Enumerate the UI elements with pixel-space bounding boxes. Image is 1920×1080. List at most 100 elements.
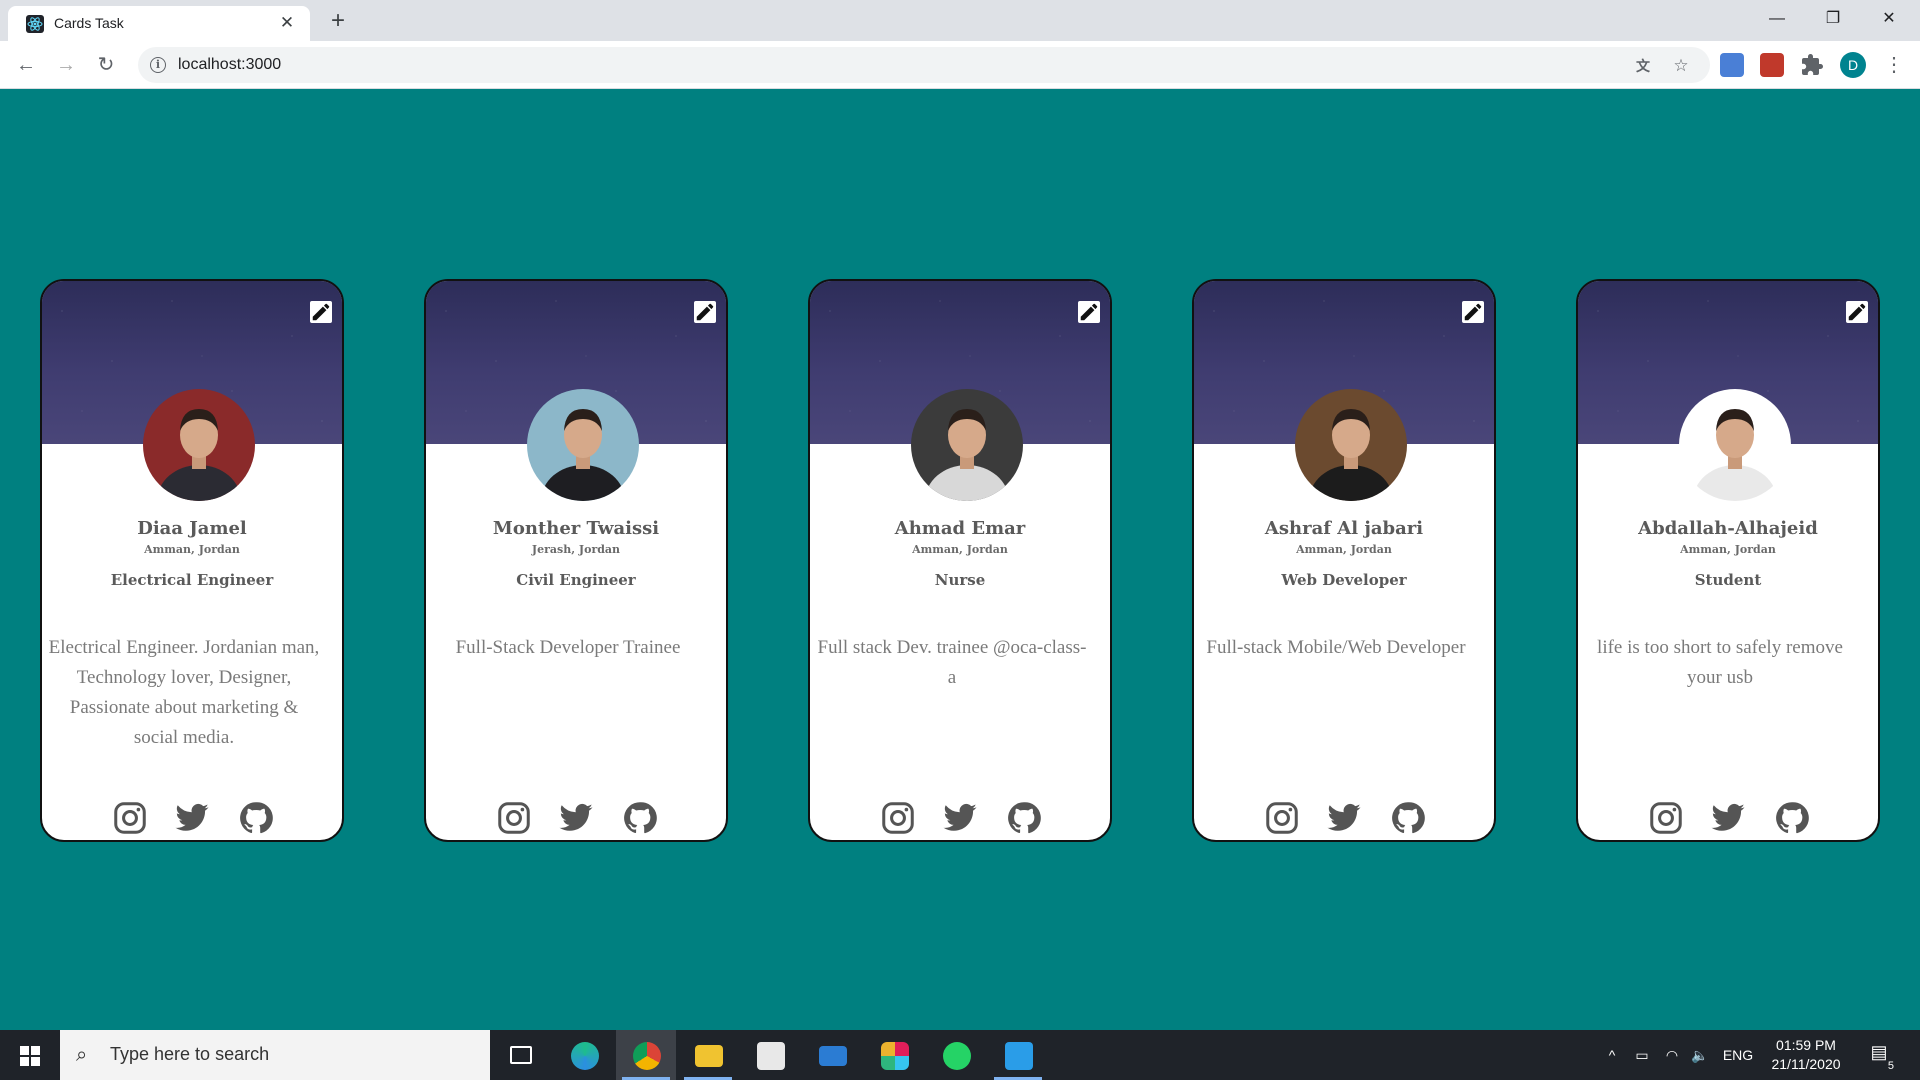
profile-job-title: Student (1694, 571, 1762, 589)
github-icon[interactable] (238, 800, 274, 836)
taskbar-clock[interactable]: 01:59 PM 21/11/2020 (1750, 1036, 1862, 1074)
chrome-taskbar-button[interactable] (616, 1030, 676, 1080)
edit-icon[interactable] (1846, 301, 1868, 323)
instagram-icon[interactable] (1264, 800, 1300, 836)
profile-card: Ashraf Al jabari Amman, Jordan Web Devel… (1192, 279, 1496, 842)
task-view-button[interactable] (490, 1030, 550, 1080)
github-icon[interactable] (622, 800, 658, 836)
edit-icon[interactable] (310, 301, 332, 323)
store-taskbar-button[interactable] (740, 1030, 800, 1080)
close-window-button[interactable]: ✕ (1866, 0, 1912, 41)
tab-title: Cards Task (54, 15, 124, 31)
folder-icon (695, 1045, 723, 1067)
twitter-icon[interactable] (1710, 800, 1746, 836)
twitter-icon[interactable] (174, 800, 210, 836)
extension-icon[interactable] (1760, 53, 1784, 77)
windows-taskbar: ⌕ Type here to search ^ ▭ ◠ 🔈 ENG 01:59 … (0, 1030, 1920, 1080)
translate-icon[interactable]: 文 (1632, 55, 1654, 77)
chrome-icon (633, 1042, 661, 1070)
profile-name: Monther Twaissi (492, 518, 660, 539)
edit-icon[interactable] (1078, 301, 1100, 323)
profile-avatar (1295, 389, 1407, 501)
edge-taskbar-button[interactable] (554, 1030, 614, 1080)
instagram-icon[interactable] (112, 800, 148, 836)
browser-menu-button[interactable]: ⋮ (1884, 53, 1904, 77)
minimize-button[interactable]: — (1754, 0, 1800, 41)
github-icon[interactable] (1774, 800, 1810, 836)
profile-card: Diaa Jamel Amman, Jordan Electrical Engi… (40, 279, 344, 842)
instagram-icon[interactable] (496, 800, 532, 836)
profile-avatar-button[interactable]: D (1840, 52, 1866, 78)
notification-count: 5 (1887, 1060, 1894, 1072)
edit-icon[interactable] (1462, 301, 1484, 323)
notification-icon: ▤ (1870, 1042, 1888, 1062)
google-translate-extension-icon[interactable] (1720, 53, 1744, 77)
github-icon[interactable] (1006, 800, 1042, 836)
store-icon (757, 1042, 785, 1070)
site-info-icon[interactable]: i (150, 57, 166, 73)
back-button[interactable]: ← (12, 51, 40, 79)
slack-taskbar-button[interactable] (864, 1030, 924, 1080)
profile-card: Abdallah-Alhajeid Amman, Jordan Student … (1576, 279, 1880, 842)
instagram-icon[interactable] (880, 800, 916, 836)
battery-icon[interactable]: ▭ (1630, 1030, 1654, 1080)
profile-name: Ahmad Emar (894, 518, 1026, 539)
clock-time: 01:59 PM (1776, 1037, 1836, 1053)
profile-bio: Full-Stack Developer Trainee (455, 637, 681, 658)
extensions-puzzle-icon[interactable] (1800, 53, 1824, 77)
reload-button[interactable]: ↻ (92, 51, 120, 79)
volume-icon[interactable]: 🔈 (1688, 1030, 1712, 1080)
edit-icon[interactable] (694, 301, 716, 323)
address-bar[interactable]: i localhost:3000 文 ☆ (138, 47, 1710, 83)
wifi-icon[interactable]: ◠ (1660, 1030, 1684, 1080)
twitter-icon[interactable] (1326, 800, 1362, 836)
profile-name: Ashraf Al jabari (1264, 518, 1424, 539)
show-hidden-icons-button[interactable]: ^ (1600, 1030, 1624, 1080)
new-tab-button[interactable]: + (324, 8, 352, 36)
vscode-icon (1005, 1042, 1033, 1070)
react-favicon-icon (26, 15, 44, 33)
mail-taskbar-button[interactable] (802, 1030, 862, 1080)
profile-job-title: Civil Engineer (516, 571, 636, 589)
github-icon[interactable] (1390, 800, 1426, 836)
profile-name: Abdallah-Alhajeid (1638, 518, 1818, 539)
taskbar-search-box[interactable]: ⌕ Type here to search (60, 1030, 490, 1080)
url-text[interactable]: localhost:3000 (178, 56, 281, 74)
start-button[interactable] (0, 1030, 60, 1080)
profile-bio: Full-stack Mobile/Web Developer (1206, 637, 1466, 658)
profile-name: Diaa Jamel (137, 518, 247, 539)
profile-job-title: Electrical Engineer (110, 571, 274, 589)
slack-icon (881, 1042, 909, 1070)
profile-bio: Electrical Engineer. Jordanian man, Tech… (48, 637, 320, 748)
vscode-taskbar-button[interactable] (988, 1030, 1048, 1080)
profile-bio: Full stack Dev. trainee @oca-class-a (817, 637, 1087, 688)
file-explorer-taskbar-button[interactable] (678, 1030, 738, 1080)
clock-date: 21/11/2020 (1771, 1056, 1841, 1072)
task-view-icon (510, 1046, 532, 1064)
profile-location: Amman, Jordan (912, 543, 1008, 556)
forward-button[interactable]: → (52, 51, 80, 79)
twitter-icon[interactable] (942, 800, 978, 836)
search-placeholder[interactable]: Type here to search (110, 1044, 269, 1065)
profile-job-title: Web Developer (1281, 571, 1407, 589)
whatsapp-taskbar-button[interactable] (926, 1030, 986, 1080)
profile-bio: life is too short to safely remove your … (1597, 637, 1843, 688)
bookmark-star-icon[interactable]: ☆ (1670, 55, 1692, 77)
profile-card: Monther Twaissi Jerash, Jordan Civil Eng… (424, 279, 728, 842)
profile-location: Amman, Jordan (1680, 543, 1776, 556)
maximize-button[interactable]: ❐ (1810, 0, 1856, 41)
profile-job-title: Nurse (934, 571, 986, 589)
profile-avatar (911, 389, 1023, 501)
profile-location: Amman, Jordan (1296, 543, 1392, 556)
browser-toolbar: ← → ↻ i localhost:3000 文 ☆ D ⋮ (0, 41, 1920, 89)
twitter-icon[interactable] (558, 800, 594, 836)
instagram-icon[interactable] (1648, 800, 1684, 836)
browser-tab-bar: Cards Task ✕ + — ❐ ✕ (0, 0, 1920, 41)
edge-icon (571, 1042, 599, 1070)
browser-tab[interactable]: Cards Task ✕ (8, 6, 310, 41)
profile-avatar (1679, 389, 1791, 501)
notification-center-button[interactable]: ▤ 5 (1866, 1042, 1894, 1072)
profile-avatar (143, 389, 255, 501)
tab-close-icon[interactable]: ✕ (276, 12, 298, 34)
whatsapp-icon (943, 1042, 971, 1070)
